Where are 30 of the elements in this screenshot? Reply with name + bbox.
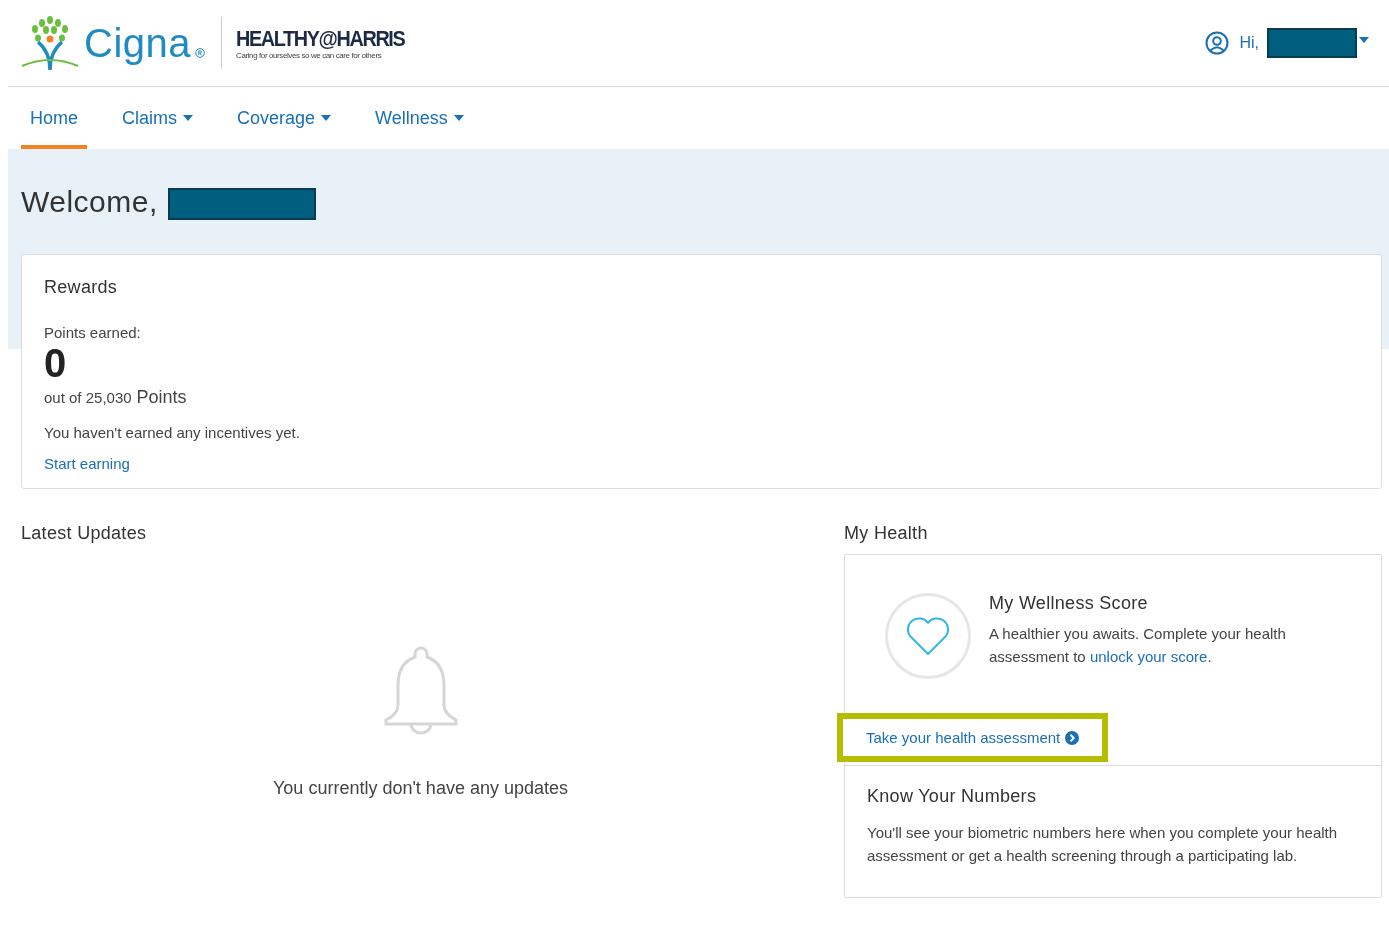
partner-tagline: Caring for ourselves so we can care for others: [236, 50, 383, 60]
wellness-score-title: My Wellness Score: [989, 593, 1149, 614]
my-health-heading: My Health: [844, 523, 928, 544]
unlock-score-link[interactable]: unlock your score: [1089, 648, 1208, 665]
start-earning-link[interactable]: Start earning: [44, 455, 130, 472]
nav-tab[interactable]: Claims: [113, 87, 203, 149]
tree-logo-icon: [20, 14, 80, 72]
chevron-circle-icon: [1065, 730, 1080, 745]
empty-updates-message: You currently don't have any updates: [273, 778, 568, 799]
know-numbers-title: Know Your Numbers: [867, 786, 1037, 807]
brand-logo-text: Cigna: [84, 20, 191, 66]
wellness-description: A healthier you awaits. Complete your health assessment to unlock your score.: [989, 624, 1287, 667]
nav-tab[interactable]: Wellness: [366, 87, 473, 149]
user-account-icon[interactable]: [1205, 31, 1230, 55]
latest-updates-heading: Latest Updates: [21, 523, 147, 544]
welcome-heading: Welcome,: [21, 185, 158, 219]
heart-icon: [905, 616, 951, 656]
rewards-title: Rewards: [44, 277, 118, 298]
caret-icon[interactable]: [1359, 37, 1369, 43]
know-numbers-description: You'll see your biometric numbers here when you complete your health assessment or get a health screening through a participating lab.: [867, 823, 1339, 866]
partner-logo-text: HEALTHY@HARRIS: [236, 26, 405, 51]
user-greeting[interactable]: Hi,: [1239, 34, 1259, 52]
registered-mark-icon: [195, 48, 205, 58]
health-assessment-link[interactable]: Take your health assessment: [837, 713, 1109, 762]
points-value: 0: [44, 343, 67, 383]
points-label: Points earned:: [44, 324, 141, 341]
incentives-message: You haven't earned any incentives yet.: [44, 424, 300, 441]
points-unit: Points: [136, 387, 187, 408]
nav-tab[interactable]: Coverage: [228, 87, 341, 149]
points-total: out of 25,030: [44, 389, 132, 406]
